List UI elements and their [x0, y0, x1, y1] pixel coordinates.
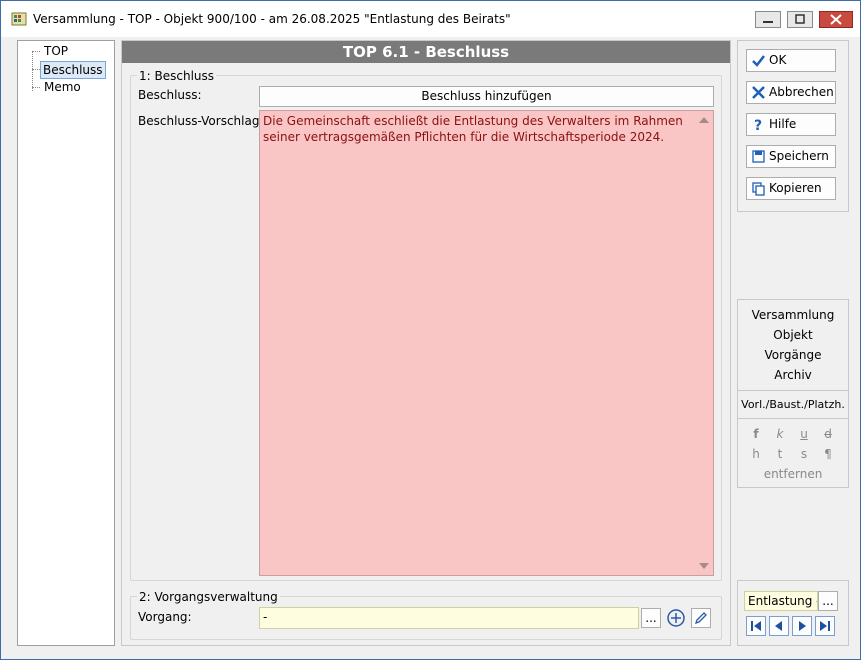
- vorschlag-textarea[interactable]: Die Gemeinschaft eschließt die Entlastun…: [259, 110, 714, 576]
- previous-record-button[interactable]: [769, 616, 789, 636]
- format-underline[interactable]: u: [794, 427, 814, 441]
- tree-line: [32, 51, 40, 52]
- link-versammlung[interactable]: Versammlung: [738, 308, 848, 322]
- link-vorl-baust-platzh[interactable]: Vorl./Baust./Platzh.: [738, 398, 848, 411]
- first-record-button[interactable]: [746, 616, 766, 636]
- format-s[interactable]: s: [794, 447, 814, 461]
- dialog-content: TOP Beschluss Memo TOP 6.1 - Beschluss 1…: [1, 37, 860, 659]
- vorgang-field[interactable]: -: [259, 607, 639, 629]
- link-archiv[interactable]: Archiv: [738, 368, 848, 382]
- vorschlag-text: Die Gemeinschaft eschließt die Entlastun…: [263, 114, 683, 144]
- tree-line: [32, 51, 33, 91]
- format-italic[interactable]: k: [770, 427, 790, 441]
- vorgang-label: Vorgang:: [138, 610, 192, 624]
- format-h[interactable]: h: [746, 447, 766, 461]
- beschluss-label: Beschluss:: [138, 88, 202, 102]
- pencil-icon: [694, 612, 707, 625]
- maximize-icon: [795, 14, 805, 24]
- app-icon: [11, 12, 27, 26]
- format-t[interactable]: t: [770, 447, 790, 461]
- beschluss-group: 1: Beschluss Beschluss: Beschluss hinzuf…: [130, 69, 722, 581]
- help-button[interactable]: ? Hilfe: [746, 113, 836, 136]
- dialog-window: Versammlung - TOP - Objekt 900/100 - am …: [0, 0, 861, 660]
- tree-line: [32, 87, 40, 88]
- checkmark-icon: [752, 55, 765, 67]
- format-strike[interactable]: d: [818, 427, 838, 441]
- ok-button[interactable]: OK: [746, 49, 836, 72]
- svg-text:?: ?: [754, 118, 762, 132]
- scroll-down-icon[interactable]: [699, 563, 709, 569]
- tree-line: [32, 69, 40, 70]
- record-navigator: [746, 616, 842, 636]
- navigation-tree: TOP Beschluss Memo: [17, 40, 115, 646]
- next-icon: [799, 621, 806, 631]
- next-record-button[interactable]: [792, 616, 812, 636]
- copy-icon: [752, 182, 765, 196]
- add-beschluss-button[interactable]: Beschluss hinzufügen: [259, 86, 714, 107]
- close-icon: [830, 14, 842, 25]
- vorgang-browse-button[interactable]: ...: [641, 608, 661, 628]
- add-vorgang-button[interactable]: [666, 608, 686, 628]
- footer-nav-panel: Entlastung d ...: [737, 580, 849, 646]
- format-bold[interactable]: f: [746, 427, 766, 441]
- scroll-up-icon[interactable]: [699, 117, 709, 123]
- close-button[interactable]: [819, 11, 853, 28]
- save-icon: [752, 150, 765, 163]
- cancel-button[interactable]: Abbrechen: [746, 81, 836, 104]
- vorschlag-label: Beschluss-Vorschlag:: [138, 114, 264, 128]
- page-title: TOP 6.1 - Beschluss: [122, 41, 730, 63]
- format-remove[interactable]: entfernen: [738, 467, 848, 481]
- link-vorgaenge[interactable]: Vorgänge: [738, 348, 848, 362]
- ok-label: OK: [769, 53, 787, 67]
- copy-label: Kopieren: [769, 181, 822, 195]
- x-icon: [752, 86, 765, 99]
- plus-circle-icon: [667, 609, 685, 627]
- copy-button[interactable]: Kopieren: [746, 177, 836, 200]
- link-objekt[interactable]: Objekt: [738, 328, 848, 342]
- save-button[interactable]: Speichern: [746, 145, 836, 168]
- main-panel: TOP 6.1 - Beschluss 1: Beschluss Beschlu…: [121, 40, 731, 646]
- edit-vorgang-button[interactable]: [691, 608, 711, 628]
- tree-item-beschluss[interactable]: Beschluss: [40, 61, 106, 79]
- minimize-button[interactable]: [755, 11, 781, 28]
- last-icon: [820, 621, 830, 631]
- title-bar: Versammlung - TOP - Objekt 900/100 - am …: [1, 1, 860, 37]
- window-title: Versammlung - TOP - Objekt 900/100 - am …: [33, 12, 511, 26]
- save-label: Speichern: [769, 149, 829, 163]
- cancel-label: Abbrechen: [769, 85, 834, 99]
- minimize-icon: [763, 21, 773, 23]
- footer-field[interactable]: Entlastung d: [744, 591, 818, 611]
- tree-item-memo[interactable]: Memo: [42, 79, 83, 95]
- group-title-vorgang: 2: Vorgangsverwaltung: [137, 590, 280, 604]
- group-title-beschluss: 1: Beschluss: [137, 69, 217, 83]
- maximize-button[interactable]: [787, 11, 813, 28]
- action-panel: OK Abbrechen ? Hilfe Speichern Kopieren: [737, 40, 849, 212]
- tree-item-top[interactable]: TOP: [42, 43, 70, 59]
- links-panel: Versammlung Objekt Vorgänge Archiv Vorl.…: [737, 299, 849, 488]
- vorgang-group: 2: Vorgangsverwaltung Vorgang: - ...: [130, 590, 722, 640]
- divider: [738, 418, 848, 419]
- question-icon: ?: [754, 118, 762, 132]
- last-record-button[interactable]: [815, 616, 835, 636]
- footer-browse-button[interactable]: ...: [818, 591, 838, 611]
- previous-icon: [775, 621, 782, 631]
- format-paragraph[interactable]: ¶: [818, 447, 838, 461]
- divider: [738, 390, 848, 391]
- help-label: Hilfe: [769, 117, 797, 131]
- first-icon: [751, 621, 761, 631]
